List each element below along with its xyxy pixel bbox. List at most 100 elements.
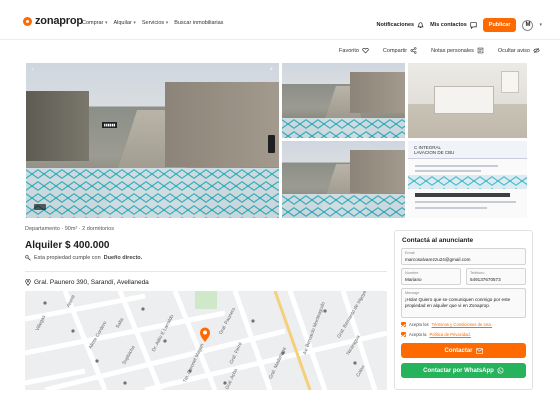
mis-contactos-label: Mis contactos: [430, 22, 467, 28]
photo-overlay-tag: ▮▮▮▮▮▮: [101, 121, 118, 128]
listing-actions: Favorito Compartir Notas personales Ocul…: [339, 47, 540, 54]
whatsapp-icon: [497, 367, 504, 374]
email-value: marcosalvarezzu24@gmail.com: [405, 257, 471, 262]
map-location-pin-icon[interactable]: [199, 327, 211, 343]
owner-note-text: Esta propiedad cumple con: [34, 255, 101, 261]
back-icon[interactable]: ‹: [32, 67, 34, 73]
heart-icon: [362, 47, 369, 54]
document-heading: C INTEGRAL LAVACION DE CBU: [414, 145, 455, 155]
notas-personales-button[interactable]: Notas personales: [431, 47, 484, 54]
nav-item-alquilar[interactable]: Alquilar ▾: [113, 20, 135, 26]
email-label: Email: [405, 251, 415, 255]
terms-checkbox-row[interactable]: Acepto los Términos y Condiciones de Uso…: [401, 322, 492, 327]
photo-map-overlay: [282, 118, 405, 138]
mis-contactos-link[interactable]: Mis contactos: [430, 21, 477, 29]
logo-mark-icon: [23, 16, 32, 26]
compartir-button[interactable]: Compartir: [383, 47, 417, 54]
gallery-counter-badge: [34, 204, 46, 210]
photo-window: [501, 71, 519, 93]
terms-prefix: Acepto los: [409, 322, 429, 327]
mensaje-field[interactable]: Mensaje ¡Hola! Quiero que se comuniquen …: [401, 288, 526, 318]
ocultar-aviso-button[interactable]: Ocultar aviso: [498, 47, 540, 54]
document-line: [415, 193, 511, 197]
privacy-checkbox-row[interactable]: Acepto la Política de Privacidad.: [401, 332, 471, 337]
gallery-main-photo[interactable]: ▮▮▮▮▮▮ ‹ ×: [26, 63, 279, 218]
nav-item-buscar-inmobiliarias[interactable]: Buscar inmobiliarias: [174, 20, 223, 26]
whatsapp-label: Contactar por WhatsApp: [423, 367, 494, 374]
compartir-label: Compartir: [382, 47, 408, 54]
chevron-down-icon: ▾: [133, 20, 136, 26]
contactar-button[interactable]: Contactar: [401, 343, 526, 358]
nombre-label: Nombre: [405, 271, 419, 275]
mail-icon: [475, 347, 483, 354]
header-right: Notificaciones Mis contactos Publicar M …: [376, 18, 542, 32]
telefono-label: Teléfono: [470, 271, 485, 275]
photo-map-overlay: [282, 194, 405, 218]
close-icon[interactable]: ×: [269, 67, 273, 73]
location-pin-icon: [25, 279, 31, 286]
privacy-prefix: Acepto la: [409, 332, 427, 337]
photo-wall: [165, 81, 279, 167]
checkbox-checked-icon[interactable]: [401, 322, 406, 327]
listing-price: Alquiler $ 400.000: [25, 240, 110, 251]
notificaciones-link[interactable]: Notificaciones: [376, 21, 425, 29]
chevron-down-icon[interactable]: ▾: [539, 22, 542, 28]
photo-wall: [26, 90, 90, 161]
checkbox-checked-icon[interactable]: [401, 332, 406, 337]
contactar-label: Contactar: [444, 347, 473, 354]
photo-map-overlay: [26, 168, 279, 218]
location-map[interactable]: Villegas Salta Alsina Almte Cordero Supi…: [25, 291, 387, 390]
privacy-link[interactable]: Política de Privacidad.: [429, 332, 470, 337]
document-line: [415, 201, 517, 203]
contact-title: Contactá al anunciante: [402, 237, 474, 244]
notificaciones-label: Notificaciones: [376, 22, 415, 28]
top-header: zonaprop Comprar ▾ Alquilar ▾ Servicios …: [0, 0, 560, 40]
gallery-thumb-1[interactable]: [282, 63, 405, 138]
avatar[interactable]: M: [522, 19, 534, 31]
address-text: Gral. Paunero 390, Sarandí, Avellaneda: [34, 279, 149, 286]
key-icon: [25, 255, 31, 261]
listing-meta: Departamento · 90m² · 2 dormitorios: [25, 226, 114, 232]
nombre-value: Mariano: [405, 277, 422, 282]
mensaje-value: ¡Hola! Quiero que se comuniquen conmigo …: [405, 297, 511, 308]
gallery-thumb-2[interactable]: [408, 63, 527, 138]
gallery-thumb-4[interactable]: C INTEGRAL LAVACION DE CBU: [408, 141, 527, 218]
zonaprop-logo[interactable]: zonaprop: [23, 15, 83, 27]
nav-item-comprar[interactable]: Comprar ▾: [82, 20, 107, 26]
logo-text: zonaprop: [35, 15, 83, 27]
share-icon: [410, 47, 417, 54]
terms-link[interactable]: Términos y Condiciones de Uso.: [432, 322, 493, 327]
telefono-field[interactable]: Teléfono 549137670573: [466, 268, 526, 285]
chat-icon: [470, 21, 477, 29]
email-field[interactable]: Email marcosalvarezzu24@gmail.com: [401, 248, 526, 265]
nav-item-servicios[interactable]: Servicios ▾: [142, 20, 168, 26]
photo-cabinet: [434, 85, 494, 114]
gallery-thumb-3[interactable]: [282, 141, 405, 218]
chevron-down-icon: ▾: [165, 20, 169, 26]
listing-address: Gral. Paunero 390, Sarandí, Avellaneda: [25, 279, 149, 286]
eye-off-icon: [533, 47, 540, 54]
photo-wall: [349, 150, 405, 193]
notas-label: Notas personales: [431, 47, 474, 54]
owner-note-bold: Dueño directo.: [103, 255, 143, 261]
chevron-down-icon: ▾: [104, 20, 108, 26]
divider: [25, 271, 387, 272]
bell-icon: [417, 21, 424, 28]
main-nav: Comprar ▾ Alquilar ▾ Servicios ▾ Buscar …: [82, 20, 223, 26]
telefono-value: 549137670573: [470, 277, 501, 282]
document-line: [415, 170, 481, 172]
favorito-label: Favorito: [339, 47, 359, 54]
document-pattern: [408, 175, 527, 189]
contact-form: Contactá al anunciante Email marcosalvar…: [394, 230, 533, 390]
document-line: [415, 165, 499, 167]
note-icon: [477, 47, 484, 54]
photo-wall: [349, 72, 405, 114]
favorito-button[interactable]: Favorito: [339, 47, 369, 54]
ocultar-label: Ocultar aviso: [497, 47, 530, 54]
photo-zoom-control[interactable]: [268, 135, 275, 153]
nombre-field[interactable]: Nombre Mariano: [401, 268, 461, 285]
owner-note: Esta propiedad cumple con Dueño directo.: [25, 255, 142, 261]
mensaje-label: Mensaje: [405, 291, 420, 295]
publicar-button[interactable]: Publicar: [482, 18, 517, 32]
whatsapp-button[interactable]: Contactar por WhatsApp: [401, 363, 526, 378]
